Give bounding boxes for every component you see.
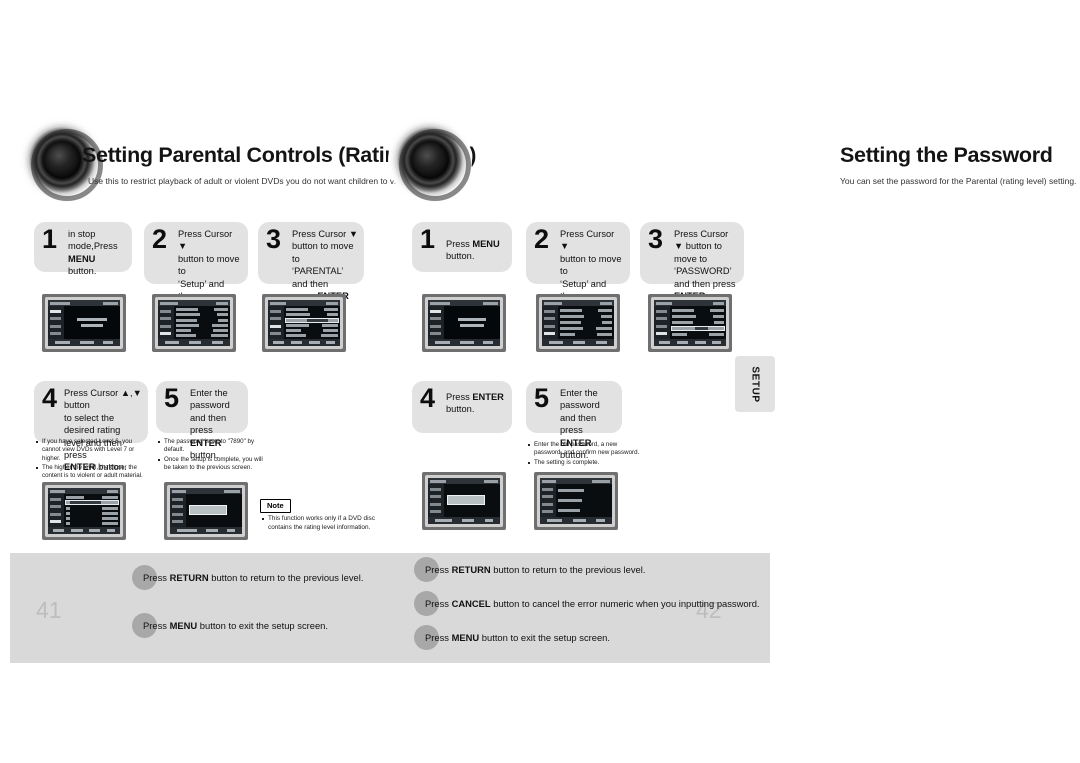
note-list: Enter the old password, a new password, … <box>528 441 646 467</box>
left-step-4: 4 Press Cursor ▲,▼ button to select the d… <box>34 381 148 472</box>
footer-text: Press RETURN button to return to the pre… <box>143 571 364 583</box>
step-number: 3 <box>648 224 664 254</box>
step-number: 1 <box>420 224 436 254</box>
note-item: Once the setup is complete, you will be … <box>158 456 270 473</box>
right-page-title: Setting the Password <box>840 143 1053 167</box>
step-number: 5 <box>534 383 550 413</box>
note-list: This function works only if a DVD disc c… <box>262 515 384 532</box>
tv-screenshot-pw-step5 <box>534 472 618 530</box>
left-step4-notes: If you have selected Level 6, you cannot… <box>36 438 146 481</box>
tv-screenshot-pw-step3 <box>648 294 732 352</box>
note-item: The password is set to "7890" by default… <box>158 438 270 455</box>
right-section-header: Setting the Password You can set the pas… <box>388 118 1076 202</box>
tv-screenshot-pw-step2 <box>536 294 620 352</box>
left-step-3: 3 Press Cursor ▼ button to move to ‘PARENT… <box>258 222 364 313</box>
right-step-3: 3 Press Cursor ▼ button to move to ‘PASSW… <box>640 222 744 313</box>
right-footer-line-0: Press RETURN button to return to the pre… <box>414 555 645 583</box>
footer-text: Press MENU button to exit the setup scre… <box>425 631 610 643</box>
step-number: 4 <box>420 383 436 413</box>
tv-screenshot-step2 <box>152 294 236 352</box>
left-step5-notes: The password is set to "7890" by default… <box>158 438 270 473</box>
note-item: This function works only if a DVD disc c… <box>262 515 384 532</box>
step-text: Press MENU button. <box>446 239 500 262</box>
footer-text: Press MENU button to exit the setup scre… <box>143 619 328 631</box>
tv-screenshot-step3 <box>262 294 346 352</box>
right-step5-notes: Enter the old password, a new password, … <box>528 441 646 468</box>
password-dialog <box>188 505 227 515</box>
step-number: 5 <box>164 383 180 413</box>
right-step-2: 2 Press Cursor ▼ button to move to ‘Setup’… <box>526 222 630 326</box>
manual-page: Setting Parental Controls (Rating Level)… <box>0 0 1080 763</box>
note-item: Enter the old password, a new password, … <box>528 441 646 458</box>
note-badge-label: Note <box>260 499 291 513</box>
note-item: The setting is complete. <box>528 459 646 467</box>
side-tab-setup[interactable]: SETUP <box>735 356 775 412</box>
note-list: The password is set to "7890" by default… <box>158 438 270 472</box>
footer-text: Press CANCEL button to cancel the error … <box>425 597 760 609</box>
step-number: 1 <box>42 224 58 254</box>
step-number: 3 <box>266 224 282 254</box>
left-footer-line-1: Press MENU button to exit the setup scre… <box>132 611 328 639</box>
tv-screenshot-step1 <box>42 294 126 352</box>
speaker-icon <box>388 118 472 202</box>
right-step-4: 4 Press ENTER button. <box>412 381 512 433</box>
right-page-subtitle: You can set the password for the Parenta… <box>840 176 1077 186</box>
left-section-header: Setting Parental Controls (Rating Level)… <box>20 118 476 202</box>
left-step-2: 2 Press Cursor ▼ button to move to ‘Setup’… <box>144 222 248 326</box>
note-item: The higher the level, the closer the con… <box>36 464 146 481</box>
password-dialog <box>446 495 485 505</box>
footer-bar: 41 42 Press RETURN button to return to t… <box>10 553 770 663</box>
tv-screenshot-step5 <box>164 482 248 540</box>
side-tab-label: SETUP <box>749 365 761 403</box>
right-footer-line-1: Press CANCEL button to cancel the error … <box>414 589 760 617</box>
step-number: 2 <box>534 224 550 254</box>
step-number: 2 <box>152 224 168 254</box>
note-badge-items: This function works only if a DVD disc c… <box>262 515 384 533</box>
footer-text: Press RETURN button to return to the pre… <box>425 563 646 575</box>
tv-screenshot-step4 <box>42 482 126 540</box>
right-footer-line-2: Press MENU button to exit the setup scre… <box>414 623 610 651</box>
left-page-number: 41 <box>36 597 62 623</box>
step-number: 4 <box>42 383 58 413</box>
left-footer-line-0: Press RETURN button to return to the pre… <box>132 563 363 591</box>
step-text: in stop mode,Press MENU button. <box>68 229 118 277</box>
left-step-1: 1 in stop mode,Press MENU button. <box>34 222 132 276</box>
tv-screenshot-pw-step1 <box>422 294 506 352</box>
right-step-5: 5 Enter the password and then press ENTER … <box>526 381 622 460</box>
step-text: Press ENTER button. <box>446 392 504 415</box>
note-item: If you have selected Level 6, you cannot… <box>36 438 146 463</box>
note-list: If you have selected Level 6, you cannot… <box>36 438 146 480</box>
tv-screenshot-pw-step4 <box>422 472 506 530</box>
left-page-subtitle: Use this to restrict playback of adult o… <box>88 176 409 186</box>
right-step-1: 1 Press MENU button. <box>412 222 512 272</box>
left-step-5: 5 Enter the password and then press ENTER … <box>156 381 248 460</box>
